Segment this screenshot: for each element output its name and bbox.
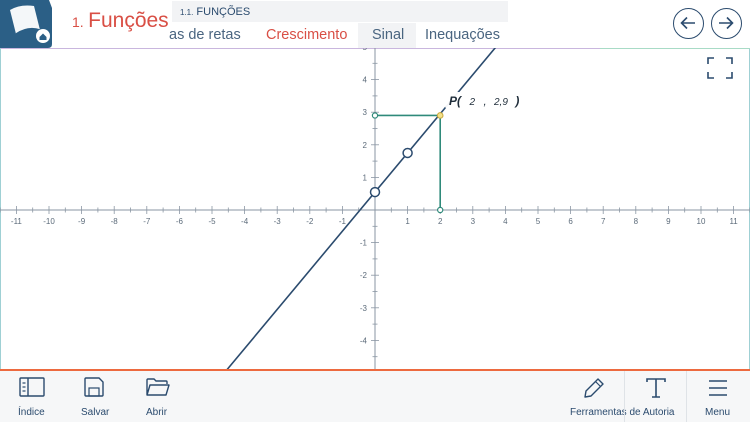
chapter-title[interactable]: 1. Funções: [72, 9, 169, 33]
fullscreen-icon[interactable]: [707, 57, 733, 79]
open-button[interactable]: Abrir: [126, 371, 189, 422]
chapter-name: Funções: [88, 9, 169, 32]
tab-bar: as de retas Crescimento Sinal Inequações: [160, 23, 510, 48]
book-logo[interactable]: [0, 0, 56, 48]
x-tick-label: 3: [471, 217, 476, 226]
index-button[interactable]: Índice: [0, 371, 63, 422]
x-tick-label: 2: [438, 217, 443, 226]
x-tick-label: -7: [143, 217, 151, 226]
point-label: P( 2 , 2,9 ): [445, 92, 524, 109]
x-tick-label: -5: [208, 217, 216, 226]
tab-inequacoes[interactable]: Inequações: [425, 27, 500, 43]
menu-button[interactable]: Menu: [687, 371, 750, 422]
section-title: FUNÇÕES: [196, 6, 251, 18]
y-tick-label: -4: [360, 336, 368, 345]
x-tick-label: 5: [536, 217, 541, 226]
function-graph[interactable]: -11-10-9-8-7-6-5-4-3-2-11234567891011543…: [0, 48, 750, 369]
next-button[interactable]: [711, 8, 742, 39]
index-icon: [19, 377, 45, 402]
text-tool-icon: [645, 377, 667, 404]
y-tick-label: -2: [360, 271, 368, 280]
y-tick-label: 2: [363, 141, 368, 150]
y-tick-label: 4: [363, 76, 368, 85]
section-number: 1.1.: [180, 8, 194, 17]
x-tick-label: -2: [306, 217, 314, 226]
app-window: 1. Funções 1.1. FUNÇÕES as de retas Cres…: [0, 0, 750, 422]
index-label: Índice: [18, 407, 45, 418]
x-tick-label: -11: [11, 217, 23, 226]
y-tick-label: 3: [363, 108, 368, 117]
header: 1. Funções 1.1. FUNÇÕES as de retas Cres…: [0, 0, 750, 48]
y-tick-label: -1: [360, 239, 368, 248]
folder-icon: [146, 377, 170, 402]
x-tick-label: 9: [666, 217, 671, 226]
y-tick-label: 5: [363, 48, 368, 52]
tab-crescimento[interactable]: Crescimento: [266, 27, 347, 43]
bottom-toolbar: Índice Salvar Abrir Ferramentas de Autor…: [0, 369, 750, 422]
x-projection-point: [437, 206, 444, 214]
x-tick-label: -6: [176, 217, 184, 226]
point-y-value[interactable]: 2,9: [494, 97, 508, 108]
section-tag[interactable]: 1.1. FUNÇÕES: [172, 1, 508, 22]
point-close: ): [515, 94, 520, 108]
y-tick-label: -3: [360, 304, 368, 313]
x-tick-label: -4: [241, 217, 249, 226]
y-tick-label: 1: [363, 173, 368, 182]
x-tick-label: -1: [339, 217, 347, 226]
save-icon: [84, 377, 104, 402]
chapter-number: 1.: [72, 14, 84, 30]
x-tick-label: 1: [405, 217, 410, 226]
text-tool-button[interactable]: [625, 371, 686, 422]
tab-sinal[interactable]: Sinal: [372, 27, 404, 43]
authoring-tools-button[interactable]: Ferramentas de Autoria: [564, 371, 675, 422]
save-label: Salvar: [81, 407, 110, 418]
x-tick-label: -3: [274, 217, 282, 226]
open-label: Abrir: [146, 407, 168, 418]
point-separator: ,: [483, 96, 487, 108]
x-tick-label: -8: [111, 217, 119, 226]
point-name: P(: [449, 94, 461, 108]
control-point-2[interactable]: [402, 147, 413, 159]
menu-label: Menu: [705, 407, 731, 418]
x-tick-label: -9: [78, 217, 86, 226]
point-x-value[interactable]: 2: [469, 97, 475, 108]
x-tick-label: 6: [568, 217, 573, 226]
x-tick-label: 8: [634, 217, 639, 226]
menu-icon: [709, 380, 727, 401]
save-button[interactable]: Salvar: [63, 371, 126, 422]
x-tick-label: 4: [503, 217, 508, 226]
x-tick-label: 7: [601, 217, 606, 226]
x-tick-label: 11: [729, 217, 738, 226]
x-tick-label: -10: [43, 217, 55, 226]
tab-as-de-retas[interactable]: as de retas: [169, 27, 241, 43]
y-projection-point: [371, 112, 379, 119]
pencil-icon: [583, 377, 605, 404]
previous-button[interactable]: [673, 8, 704, 39]
point-p[interactable]: [436, 112, 444, 119]
control-point-1[interactable]: [369, 186, 381, 198]
x-tick-label: 10: [697, 217, 706, 226]
